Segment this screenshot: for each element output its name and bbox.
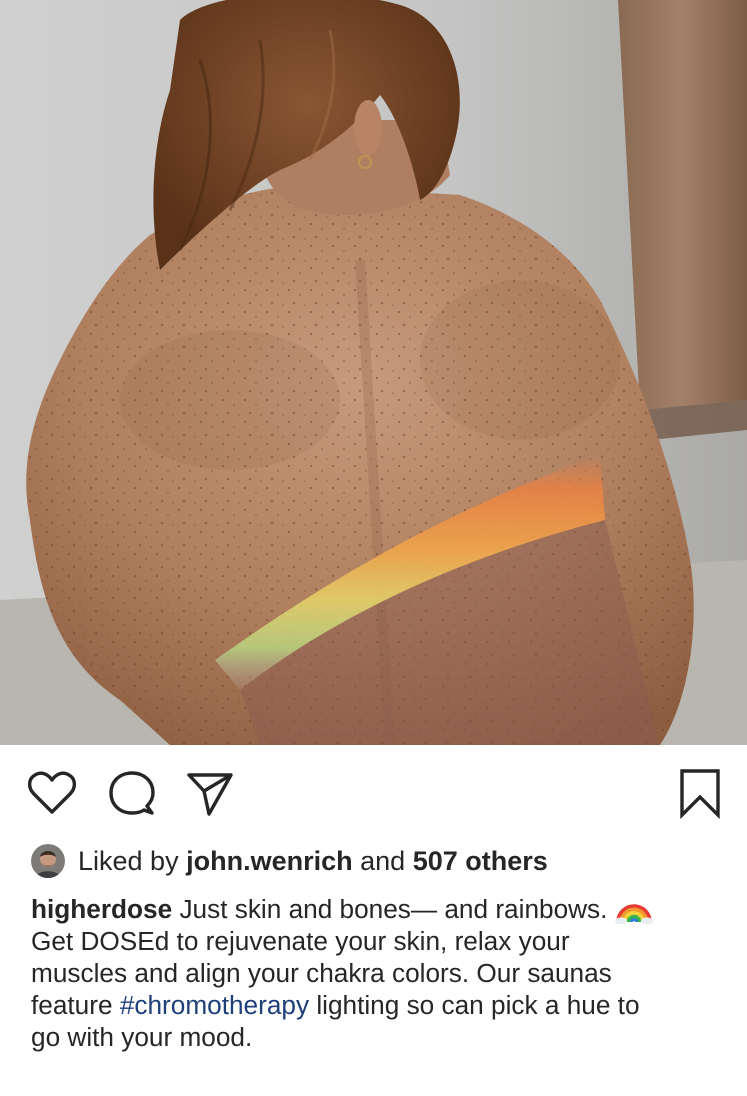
comment-button[interactable] [106, 767, 158, 819]
like-button[interactable] [26, 767, 78, 819]
action-bar [0, 745, 747, 840]
instagram-post: Liked by john.wenrich and 507 others hig… [0, 0, 747, 1096]
speech-bubble-icon [109, 771, 155, 815]
post-photo[interactable] [0, 0, 747, 745]
hashtag-link[interactable]: #chromotherapy [120, 990, 309, 1020]
liker-username-link[interactable]: john.wenrich [186, 846, 353, 877]
likes-conjunction: and [360, 845, 406, 876]
liker-avatar-icon [31, 844, 65, 878]
caption-line-3: muscles and align your chakra colors. Ou… [31, 958, 612, 988]
caption-line-5: go with your mood. [31, 1022, 253, 1052]
caption-line-4: feature #chromotherapy lighting so can p… [31, 989, 721, 1021]
heart-outline-icon [27, 771, 77, 814]
bookmark-icon [680, 769, 720, 819]
avatar[interactable] [31, 844, 65, 878]
likes-others-link[interactable]: 507 others [413, 846, 548, 877]
paper-plane-icon [187, 773, 233, 816]
rainbow-emoji-icon [615, 894, 654, 924]
caption-username-link[interactable]: higherdose [31, 894, 172, 924]
likes-prefix: Liked by [78, 845, 179, 876]
caption-text-1: Just skin and bones— and rainbows. [179, 894, 608, 924]
caption-line-2: Get DOSEd to rejuvenate your skin, relax… [31, 926, 570, 956]
post-caption: higherdose Just skin and bones— and rain… [31, 893, 721, 1053]
caption-text-lighting: lighting so can pick a hue to [316, 990, 640, 1020]
caption-text-feature: feature [31, 990, 113, 1020]
caption-line-1: higherdose Just skin and bones— and rain… [31, 893, 721, 925]
share-button[interactable] [184, 767, 236, 819]
likes-summary: Liked by john.wenrich and 507 others [31, 842, 548, 880]
save-button[interactable] [674, 767, 726, 819]
rainbow-on-back-photo [0, 0, 747, 745]
